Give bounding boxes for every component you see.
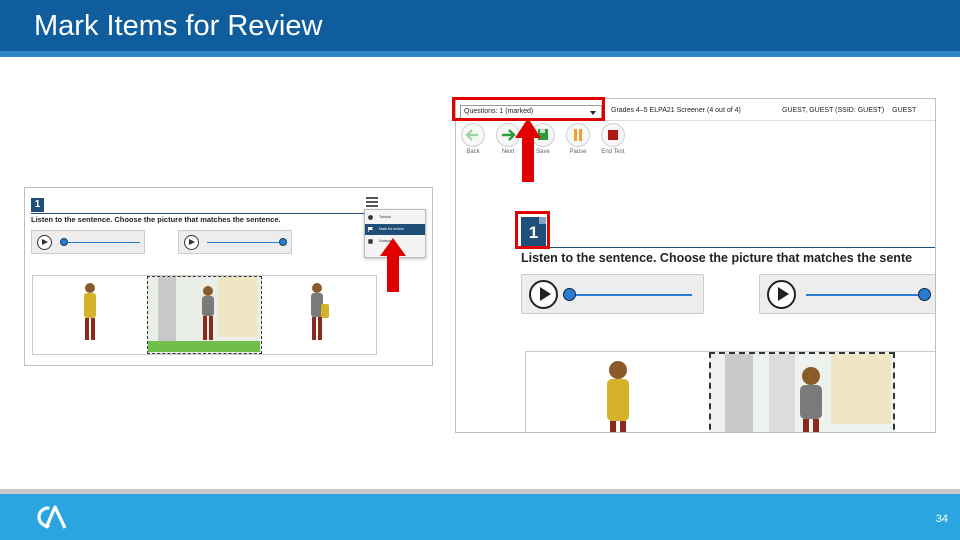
- red-arrow-up-icon: [515, 118, 541, 182]
- audio-player: [31, 230, 145, 254]
- end-test-button[interactable]: End Test: [598, 123, 628, 159]
- audio-player: [521, 274, 704, 314]
- user-name-overflow: GUEST: [892, 107, 917, 114]
- answer-choice-selected[interactable]: [709, 352, 895, 432]
- item-divider: [521, 247, 935, 248]
- answer-choices: [525, 351, 935, 432]
- stop-icon: [608, 130, 618, 140]
- girl-standing-illustration: [607, 361, 629, 432]
- girl-walking-out-door-illustration: [148, 277, 260, 352]
- notepad-icon: [368, 239, 373, 244]
- answer-choice[interactable]: [33, 276, 147, 354]
- info-icon: [368, 215, 373, 220]
- item-number-badge: 1: [31, 198, 44, 212]
- item-prompt: Listen to the sentence. Choose the pictu…: [31, 215, 281, 224]
- page-number: 34: [935, 513, 948, 525]
- answer-choices: [32, 275, 377, 355]
- play-button[interactable]: [529, 280, 558, 309]
- answer-choice-selected[interactable]: [147, 276, 262, 354]
- item-prompt: Listen to the sentence. Choose the pictu…: [521, 251, 913, 265]
- red-arrow-up-icon: [380, 238, 406, 292]
- flag-icon: [368, 227, 373, 232]
- slide-title: Mark Items for Review: [34, 10, 323, 42]
- item-number-highlight: [515, 211, 550, 249]
- menu-item-label: Tutorial: [379, 215, 391, 219]
- menu-item-label: Mark for review: [379, 227, 404, 231]
- pause-button[interactable]: Pause: [563, 123, 593, 159]
- slide-footer: [0, 494, 960, 540]
- back-button[interactable]: Back: [458, 123, 488, 159]
- item-divider: [31, 213, 389, 214]
- user-name: GUEST, GUEST (SSID: GUEST): [782, 107, 885, 114]
- girl-walking-out-door-illustration: [725, 354, 891, 432]
- ca-logo-icon: [37, 505, 67, 529]
- audio-progress-knob[interactable]: [918, 288, 931, 301]
- play-button[interactable]: [184, 235, 199, 250]
- play-button[interactable]: [767, 280, 796, 309]
- audio-progress-track[interactable]: [60, 242, 140, 243]
- answer-choice[interactable]: [262, 276, 377, 354]
- audio-progress-knob[interactable]: [279, 238, 287, 246]
- audio-progress-knob[interactable]: [60, 238, 68, 246]
- girl-standing-illustration: [84, 283, 96, 340]
- audio-player: [178, 230, 292, 254]
- back-arrow-icon: [465, 129, 478, 141]
- audio-progress-track[interactable]: [568, 294, 692, 296]
- audio-player: [759, 274, 935, 314]
- tool-label: Back: [466, 149, 480, 155]
- answer-choice[interactable]: [526, 352, 709, 432]
- audio-progress-knob[interactable]: [563, 288, 576, 301]
- item-menu-icon[interactable]: [366, 197, 378, 207]
- girl-with-jacket-illustration: [311, 283, 329, 340]
- menu-item-tutorial[interactable]: Tutorial: [365, 212, 425, 223]
- tool-label: Pause: [569, 149, 587, 155]
- pause-icon: [574, 129, 582, 141]
- header-stripe: [0, 51, 960, 57]
- menu-item-mark-for-review[interactable]: Mark for review: [365, 224, 425, 235]
- audio-progress-track[interactable]: [207, 242, 287, 243]
- user-info: GUEST, GUEST (SSID: GUEST) GUEST: [782, 107, 916, 114]
- left-screenshot: 1 Listen to the sentence. Choose the pic…: [24, 187, 433, 366]
- play-button[interactable]: [37, 235, 52, 250]
- test-name: Grades 4–5 ELPA21 Screener (4 out of 4): [611, 107, 741, 114]
- audio-progress-track[interactable]: [806, 294, 930, 296]
- tool-label: End Test: [601, 149, 625, 155]
